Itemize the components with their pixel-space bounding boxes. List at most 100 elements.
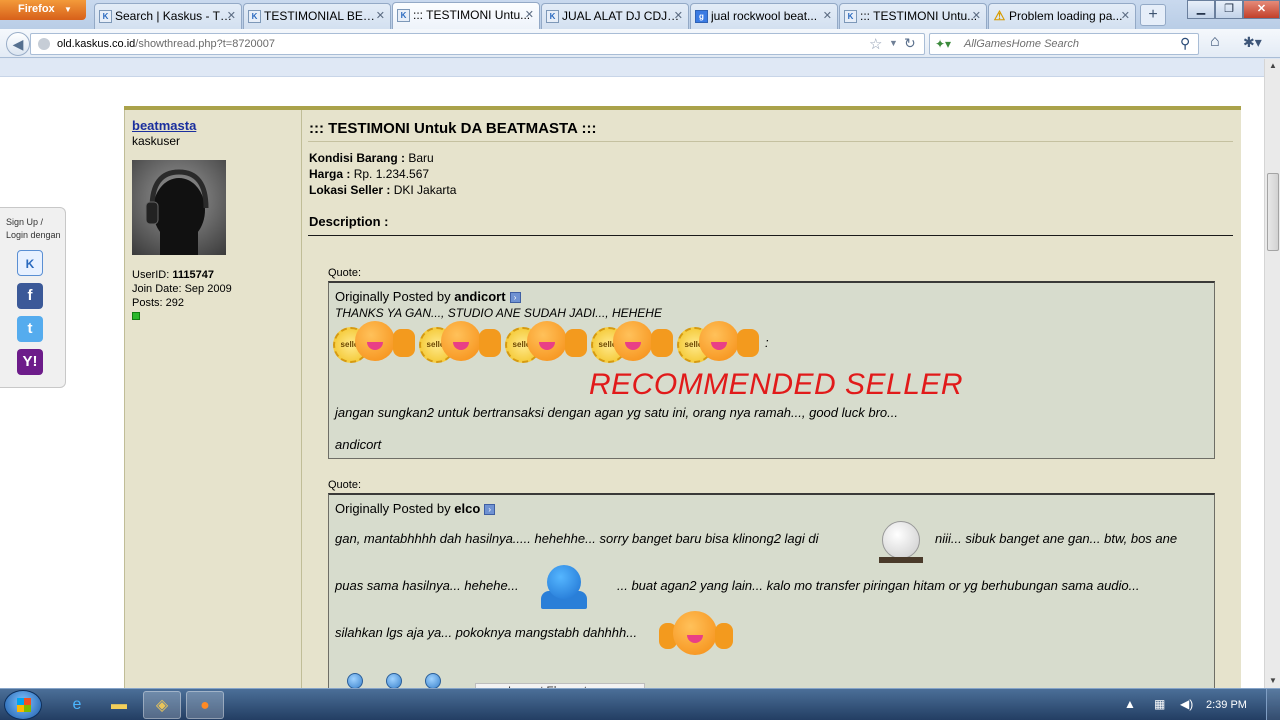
quote-author: elco bbox=[454, 501, 481, 516]
minimize-button[interactable]: ▁ bbox=[1187, 0, 1215, 19]
user-id-value: 1115747 bbox=[172, 269, 214, 281]
small-emoticon bbox=[425, 673, 441, 688]
field-harga: Harga : Rp. 1.234.567 bbox=[309, 167, 429, 181]
online-status-icon bbox=[132, 312, 140, 320]
avatar[interactable] bbox=[132, 160, 226, 255]
scrollbar-thumb[interactable] bbox=[1267, 173, 1279, 251]
scroll-down-icon[interactable]: ▼ bbox=[1266, 674, 1280, 688]
tab-title: JUAL ALAT DJ CDJ ... bbox=[562, 9, 680, 23]
firefox-taskbar-icon[interactable]: ● bbox=[186, 691, 224, 719]
user-title: kaskuser bbox=[132, 134, 181, 148]
address-bar[interactable]: old.kaskus.co.id/showthread.php?t=872000… bbox=[30, 33, 925, 55]
folder-icon[interactable]: ▬ bbox=[100, 691, 138, 719]
close-icon[interactable]: ✕ bbox=[972, 9, 981, 22]
tab-testimoni-2[interactable]: K ::: TESTIMONI Untu... ✕ bbox=[839, 3, 987, 29]
history-dropdown-icon[interactable]: ▼ bbox=[889, 38, 898, 48]
headphones-silhouette-icon bbox=[145, 169, 209, 255]
quote-block: Originally Posted by elco › gan, mantabhh… bbox=[328, 493, 1215, 688]
twitter-login-icon[interactable]: t bbox=[17, 316, 43, 342]
kaskus-favicon-icon: K bbox=[844, 10, 857, 23]
tab-testimoni-active[interactable]: K ::: TESTIMONI Untu... ✕ bbox=[392, 2, 540, 29]
tab-strip: Firefox ▼ K Search | Kaskus - Th... ✕ K … bbox=[0, 0, 1280, 29]
page-viewport: beatmasta kaskuser UserID: 1115747 Join … bbox=[0, 59, 1264, 688]
windows-logo-icon bbox=[17, 698, 31, 712]
seller-badge-emoticon: seller bbox=[505, 319, 589, 369]
tray-arrow-icon[interactable]: ▲ bbox=[1124, 697, 1136, 711]
join-date: Join Date: Sep 2009 bbox=[132, 283, 232, 295]
quote-text: silahkan lgs aja ya... pokoknya mangstab… bbox=[335, 625, 638, 640]
divider bbox=[0, 76, 1264, 77]
tab-title: TESTIMONIAL BEAT... bbox=[264, 9, 382, 23]
quote-text: ... buat agan2 yang lain... kalo mo tran… bbox=[617, 578, 1140, 593]
tab-title: Problem loading pa... bbox=[1009, 9, 1123, 23]
user-info: UserID: 1115747 Join Date: Sep 2009 Post… bbox=[132, 268, 232, 310]
kaskus-favicon-icon: K bbox=[397, 9, 410, 22]
site-identity-icon[interactable] bbox=[38, 38, 50, 50]
quote-block: Originally Posted by andicort › THANKS YA… bbox=[328, 281, 1215, 459]
view-post-icon[interactable]: › bbox=[484, 504, 496, 516]
reload-icon[interactable]: ↻ bbox=[904, 35, 916, 52]
divider bbox=[308, 235, 1233, 236]
internet-explorer-icon[interactable]: e bbox=[58, 691, 96, 719]
close-icon[interactable]: ✕ bbox=[1121, 9, 1130, 22]
home-icon[interactable]: ⌂ bbox=[1210, 33, 1220, 51]
close-icon[interactable]: ✕ bbox=[674, 9, 683, 22]
tab-title: jual rockwool beat... bbox=[711, 9, 818, 23]
tab-title: ::: TESTIMONI Untu... bbox=[413, 8, 531, 22]
facebook-login-icon[interactable]: f bbox=[17, 283, 43, 309]
close-icon[interactable]: ✕ bbox=[525, 8, 534, 21]
firefox-menu-button[interactable]: Firefox ▼ bbox=[0, 0, 86, 20]
tab-jual-rockwool[interactable]: g jual rockwool beat... ✕ bbox=[690, 3, 838, 29]
new-tab-button[interactable]: + bbox=[1140, 4, 1166, 26]
close-icon[interactable]: ✕ bbox=[227, 9, 236, 22]
window-close-button[interactable]: ✕ bbox=[1243, 0, 1280, 19]
quote-text: niii... sibuk banget ane gan... btw, bos… bbox=[935, 531, 1178, 546]
tab-jual-alat-dj[interactable]: K JUAL ALAT DJ CDJ ... ✕ bbox=[541, 3, 689, 29]
network-icon[interactable]: ▦ bbox=[1154, 697, 1165, 711]
tab-title: ::: TESTIMONI Untu... bbox=[860, 9, 978, 23]
scroll-up-icon[interactable]: ▲ bbox=[1266, 59, 1280, 73]
tab-problem-loading[interactable]: ⚠ Problem loading pa... ✕ bbox=[988, 3, 1136, 29]
field-value: DKI Jakarta bbox=[393, 183, 457, 197]
thumbs-up-icon bbox=[737, 329, 759, 357]
url-text[interactable]: old.kaskus.co.id/showthread.php?t=872000… bbox=[57, 38, 275, 50]
kaskus-login-icon[interactable]: K bbox=[17, 250, 43, 276]
field-value: Baru bbox=[408, 151, 434, 165]
yahoo-login-icon[interactable]: Y! bbox=[17, 349, 43, 375]
field-value: Rp. 1.234.567 bbox=[353, 167, 430, 181]
vertical-scrollbar[interactable]: ▲ ▼ bbox=[1264, 59, 1280, 688]
small-emoticon bbox=[347, 673, 363, 688]
volume-icon[interactable]: ◀) bbox=[1180, 697, 1193, 711]
tab-search-kaskus[interactable]: K Search | Kaskus - Th... ✕ bbox=[94, 3, 242, 29]
tab-testimonial-beat[interactable]: K TESTIMONIAL BEAT... ✕ bbox=[243, 3, 391, 29]
bookmark-star-icon[interactable]: ☆ bbox=[869, 35, 882, 53]
smiley-face-icon bbox=[441, 321, 481, 361]
back-button[interactable]: ◀ bbox=[6, 32, 30, 56]
field-label: Lokasi Seller : bbox=[309, 183, 391, 197]
white-face-icon bbox=[882, 521, 920, 559]
search-box[interactable]: ✦▾ AllGamesHome Search ⚲ bbox=[929, 33, 1199, 55]
clock[interactable]: 2:39 PM bbox=[1206, 699, 1247, 711]
kaskus-favicon-icon: K bbox=[99, 10, 112, 23]
close-icon[interactable]: ✕ bbox=[376, 9, 385, 22]
search-icon[interactable]: ⚲ bbox=[1180, 35, 1190, 52]
quote-label: Quote: bbox=[328, 267, 362, 279]
maximize-button[interactable]: ❐ bbox=[1215, 0, 1243, 19]
search-engine-icon[interactable]: ✦▾ bbox=[935, 37, 951, 51]
google-favicon-icon: g bbox=[695, 10, 708, 23]
quote-author: andicort bbox=[454, 289, 506, 304]
quote-text: THANKS YA GAN..., STUDIO ANE SUDAH JADI.… bbox=[335, 306, 662, 320]
quote-text: gan, mantabhhhh dah hasilnya..... hehehh… bbox=[335, 531, 819, 546]
quote-text: jangan sungkan2 untuk bertransaksi denga… bbox=[335, 405, 898, 420]
close-icon[interactable]: ✕ bbox=[823, 9, 832, 22]
start-button[interactable] bbox=[4, 690, 42, 720]
view-post-icon[interactable]: › bbox=[509, 292, 521, 304]
social-login-widget: Sign Up / Login dengan K f t Y! bbox=[0, 207, 66, 388]
quote-prefix: Originally Posted by bbox=[335, 289, 451, 304]
quote-header: Originally Posted by elco › bbox=[335, 501, 496, 516]
addon-icon[interactable]: ✱▾ bbox=[1243, 34, 1262, 51]
quote-prefix: Originally Posted by bbox=[335, 501, 451, 516]
show-desktop-button[interactable] bbox=[1266, 689, 1280, 720]
app-taskbar-icon[interactable]: ◈ bbox=[143, 691, 181, 719]
username-link[interactable]: beatmasta bbox=[132, 118, 196, 133]
